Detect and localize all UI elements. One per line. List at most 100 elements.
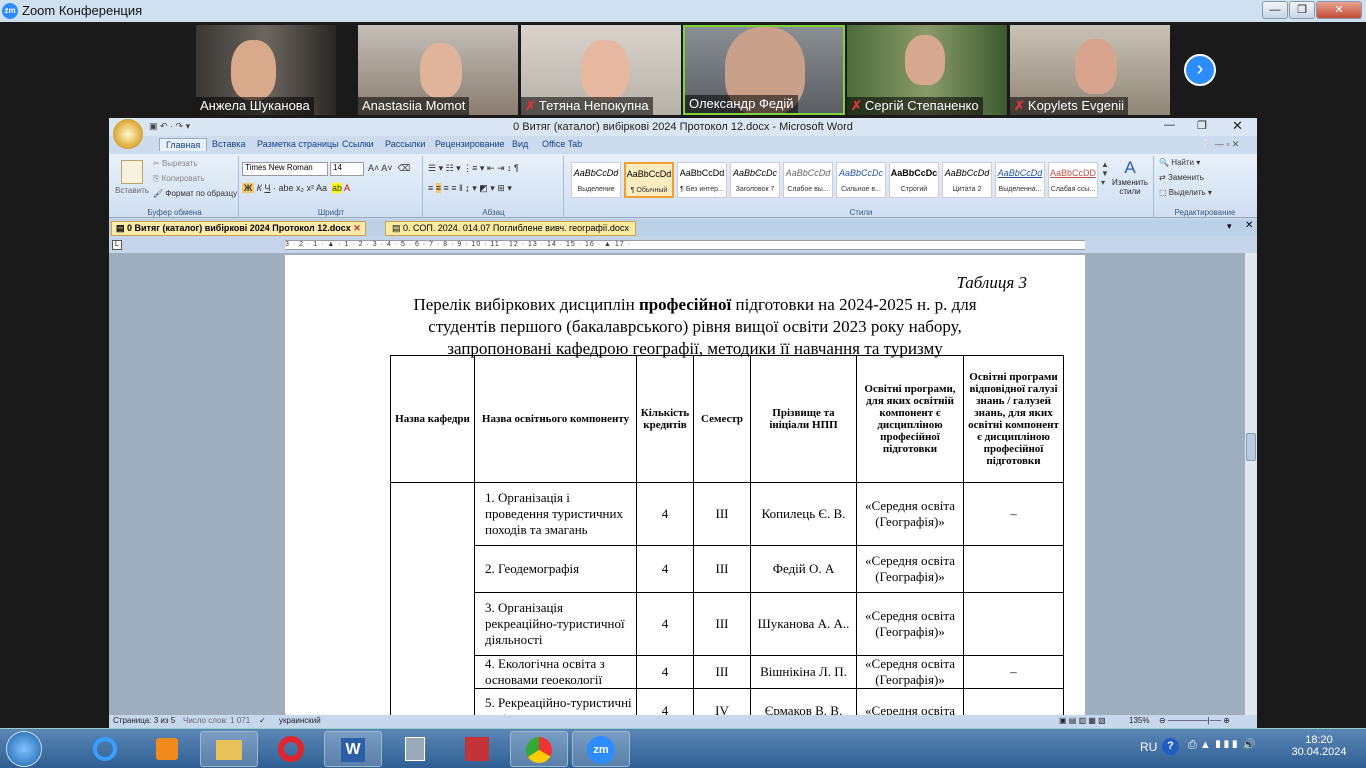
pdf-editor-icon[interactable] [448, 731, 506, 767]
tab-page-layout[interactable]: Разметка страницы [257, 139, 339, 149]
editing-group: 🔍 Найти ▾ ⇄ Заменить ⬚ Выделить ▾ Редакт… [1155, 156, 1255, 218]
semester-cell: IV [693, 688, 751, 716]
tabs-dropdown-icon[interactable]: ▾ [1227, 221, 1232, 232]
doc-tab[interactable]: ▤ 0. СОП. 2024. 014.07 Поглиблене вивч. … [385, 221, 636, 236]
group-label: Шрифт [317, 208, 345, 217]
font-size-select[interactable]: 14 [330, 162, 364, 176]
table-row: 4. Екологічна освіта з основами геоеколо… [391, 655, 1064, 689]
program-cell: «Середня освіта (Географія)» [856, 592, 964, 656]
maximize-button[interactable]: ❐ [1289, 1, 1315, 19]
view-buttons[interactable]: ▣ ▤ ▥ ▦ ▧ [1059, 716, 1106, 725]
style-item-selected[interactable]: AaBbCcDd ¶ Обычный [624, 162, 674, 198]
header-cell: Прізвище та ініціали НПП [750, 355, 857, 483]
video-tile[interactable]: Анжела Шуканова [196, 25, 336, 115]
close-button[interactable]: ✕ [1316, 1, 1362, 19]
select-button[interactable]: ⬚ Выделить ▾ [1159, 188, 1212, 197]
paste-icon[interactable] [121, 160, 143, 184]
header-cell: Назва кафедри [390, 355, 475, 483]
media-player-icon[interactable] [138, 731, 196, 767]
zoom-level[interactable]: 135% [1129, 716, 1149, 725]
style-item[interactable]: AaBbCcDc Сильное в... [836, 162, 886, 198]
find-button[interactable]: 🔍 Найти ▾ [1159, 158, 1200, 167]
word-icon[interactable]: W [324, 731, 382, 767]
paste-button[interactable]: Вставить [115, 186, 149, 195]
group-label: Редактирование [1174, 208, 1236, 217]
language-indicator[interactable]: украинский [279, 716, 321, 725]
style-item[interactable]: AaBbCcDc Заголовок 7 [730, 162, 780, 198]
style-item[interactable]: AaBbCcDd Слабое вы... [783, 162, 833, 198]
tab-home[interactable]: Главная [159, 138, 208, 151]
video-tile[interactable]: ✗ Сергій Степаненко [847, 25, 1007, 115]
opera-icon[interactable] [262, 731, 320, 767]
clock[interactable]: 18:20 30.04.2024 [1284, 734, 1354, 758]
clock-date: 30.04.2024 [1291, 746, 1347, 758]
video-tile-active[interactable]: Олександр Федій [683, 25, 845, 115]
list-buttons[interactable]: ☰ ▾ ☷ ▾ ⋮≡ ▾ ⇤ ⇥ ↕ ¶ [428, 163, 519, 174]
tab-office-tab[interactable]: Office Tab [542, 139, 582, 149]
video-tile[interactable]: ✗ Тетяна Непокупна [521, 25, 681, 115]
calculator-icon[interactable] [386, 731, 444, 767]
alignment-buttons[interactable]: ≡ ≡ ≡ ≡ ‖ ↨ ▾ ◩ ▾ ⊞ ▾ [428, 183, 512, 194]
minimize-button[interactable]: — [1262, 1, 1288, 19]
word-close-button[interactable]: ✕ [1232, 118, 1243, 134]
header-cell: Назва освітнього компоненту [474, 355, 637, 483]
font-name-select[interactable]: Times New Roman [242, 162, 328, 176]
document-page[interactable]: Таблиця 3 Перелік вибіркових дисциплін п… [285, 255, 1085, 716]
zoom-slider[interactable]: ⊖ ───────|── ⊕ [1159, 716, 1230, 725]
program-cell: «Середня освіта (Географія)» [856, 655, 964, 689]
tab-view[interactable]: Вид [512, 139, 528, 149]
style-item[interactable]: AaBbCcDd Цитата 2 [942, 162, 992, 198]
word-minimize-button[interactable]: — [1164, 119, 1175, 131]
explorer-icon[interactable] [200, 731, 258, 767]
copy-button[interactable]: ⎘ Копировать [153, 174, 205, 184]
page-count[interactable]: Страница: 3 из 5 [113, 716, 175, 725]
word-count[interactable]: Число слов: 1 071 [183, 716, 250, 725]
style-item[interactable]: AaBbCcDd Выделение [571, 162, 621, 198]
styles-scroll-icon[interactable]: ▲ ▼ ▾ [1101, 160, 1109, 187]
course-cell: 4. Екологічна освіта з основами геоеколо… [474, 655, 637, 689]
font-group: Times New Roman 14 A˄ A˅ ⌫ Ж К Ч · abe x… [240, 156, 423, 218]
tab-insert[interactable]: Вставка [212, 139, 245, 149]
replace-button[interactable]: ⇄ Заменить [1159, 173, 1204, 182]
doc-tab-active[interactable]: ▤ 0 Витяг (каталог) вибіркові 2024 Прото… [111, 221, 366, 236]
document-area[interactable]: Таблиця 3 Перелік вибіркових дисциплін п… [109, 253, 1245, 716]
zoom-app-icon[interactable]: zm [572, 731, 630, 767]
tab-review[interactable]: Рецензирование [435, 139, 505, 149]
chrome-icon[interactable] [510, 731, 568, 767]
other-programs-cell [963, 592, 1064, 656]
tab-mailings[interactable]: Рассылки [385, 139, 425, 149]
word-restore-button[interactable]: ❐ [1197, 119, 1207, 132]
video-tile[interactable]: Anastasiia Momot [358, 25, 518, 115]
scrollbar-thumb[interactable] [1246, 433, 1256, 461]
font-size-controls[interactable]: A˄ A˅ ⌫ [368, 163, 410, 174]
tabs-close-icon[interactable]: ✕ [1245, 220, 1253, 231]
change-styles-button[interactable]: A Изменить стили [1111, 158, 1149, 196]
participant-name: ✗ Сергій Степаненко [847, 97, 983, 115]
cut-button[interactable]: ✂ Вырезать [153, 159, 198, 168]
style-item[interactable]: AaBbCcDd ¶ Без интер... [677, 162, 727, 198]
style-item[interactable]: AaBbCcDc Строгий [889, 162, 939, 198]
help-icon[interactable]: ? [1162, 738, 1179, 755]
vertical-scrollbar[interactable] [1245, 253, 1257, 716]
start-button[interactable] [6, 731, 42, 767]
header-cell: Семестр [693, 355, 751, 483]
ruler-scale: 3 · 2 · 1 · ▲ · 1 · 2 · 3 · 4 · 5 · 6 · … [285, 240, 1085, 250]
tray-icons[interactable]: ⎙ ▲ ▮▮▮ 🔊 [1188, 738, 1256, 752]
participants-strip: Анжела Шуканова Anastasiia Momot ✗ Тетяна… [0, 22, 1366, 117]
tab-selector-icon[interactable]: L [112, 240, 122, 250]
office-button-icon[interactable] [113, 119, 143, 149]
tab-references[interactable]: Ссылки [342, 139, 374, 149]
format-painter-button[interactable]: 🖌 Формат по образцу [153, 189, 237, 198]
style-item[interactable]: AaBbCcDD Слабая ссы... [1048, 162, 1098, 198]
ribbon-window-controls[interactable]: ❔ — ▫ ✕ [1201, 139, 1239, 150]
spellcheck-icon[interactable]: ✓ [259, 716, 266, 725]
horizontal-ruler[interactable]: L 3 · 2 · 1 · ▲ · 1 · 2 · 3 · 4 · 5 · 6 … [109, 237, 1257, 253]
next-page-chevron-icon[interactable]: › [1184, 54, 1216, 86]
language-indicator[interactable]: RU [1140, 740, 1157, 754]
courses-table[interactable]: Назва кафедри Назва освітнього компонент… [390, 355, 1064, 716]
zoom-title-bar: zm Zoom Конференция — ❐ ✕ [0, 0, 1366, 22]
internet-explorer-icon[interactable] [76, 731, 134, 767]
style-item[interactable]: AaBbCcDd Выделенна... [995, 162, 1045, 198]
video-tile[interactable]: ✗ Kopylets Evgenii [1010, 25, 1170, 115]
font-format-buttons[interactable]: Ж К Ч · abe x₂ x² Aa ab A [242, 183, 350, 193]
